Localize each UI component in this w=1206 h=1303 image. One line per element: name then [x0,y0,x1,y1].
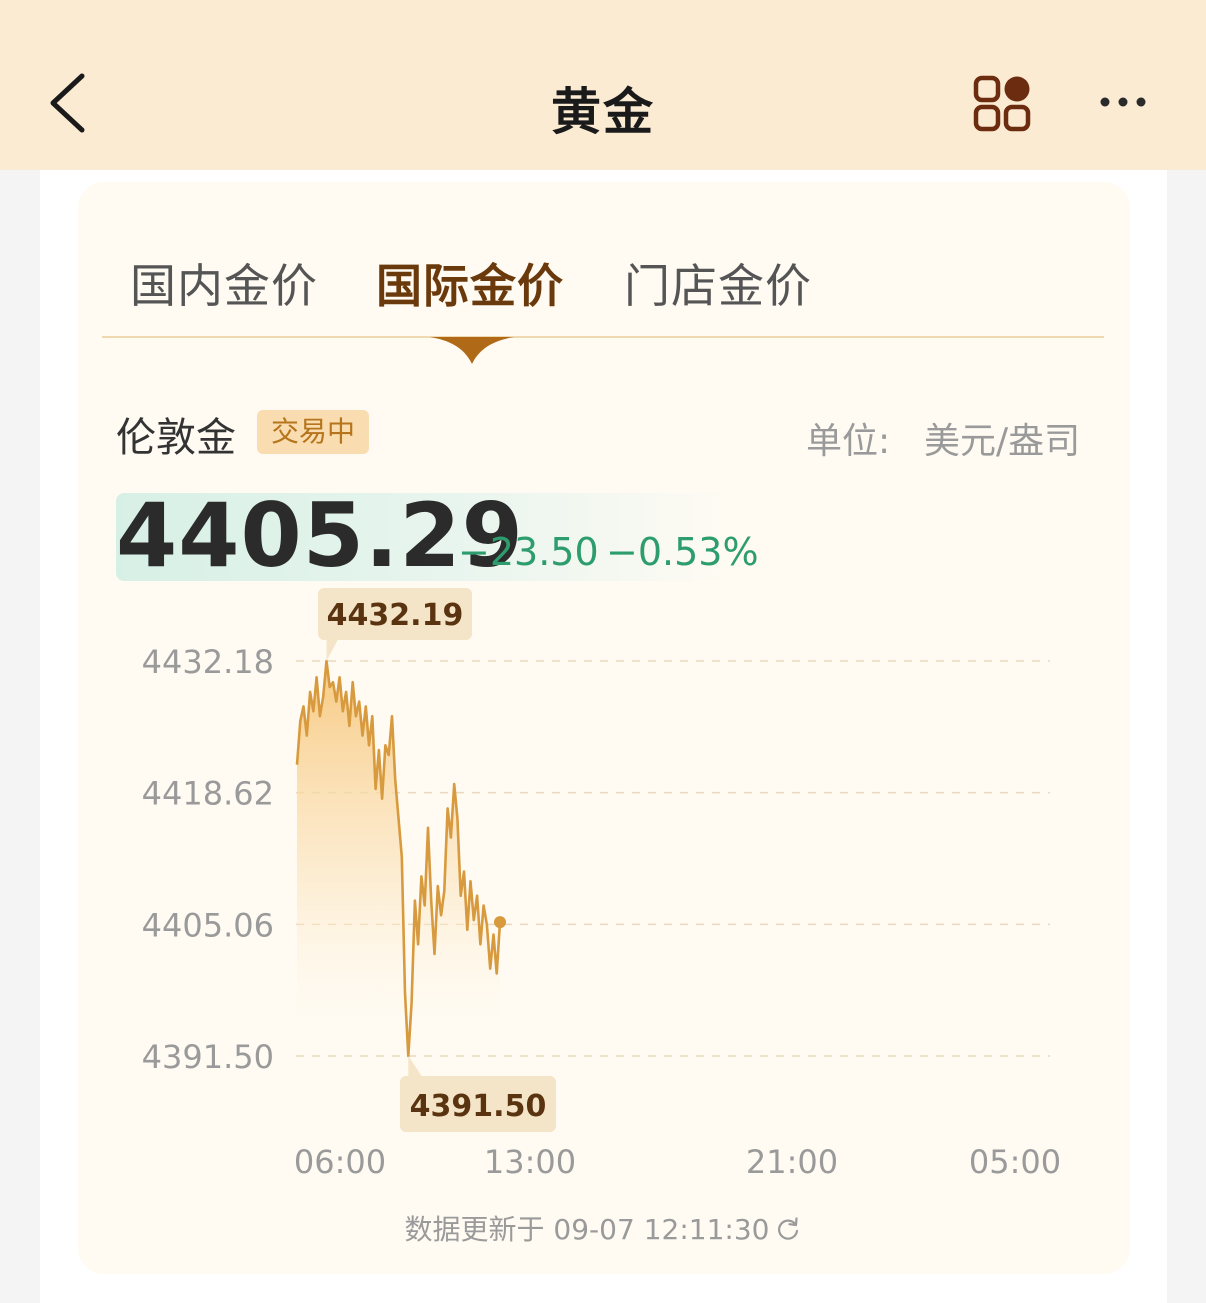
chevron-left-icon [50,73,85,133]
data-update-time: 数据更新于 09-07 12:11:30 [0,1208,1206,1248]
trading-status-badge: 交易中 [257,410,370,454]
apps-grid-icon [973,75,1031,132]
top-nav-bar: 黄金 [0,0,1206,170]
more-button[interactable] [1096,84,1150,120]
active-tab-indicator [430,337,514,364]
refresh-icon[interactable] [775,1216,801,1242]
back-button[interactable] [40,68,100,138]
tab-divider [102,336,1104,338]
data-update-label: 数据更新于 09-07 12:11:30 [404,1213,770,1246]
unit-label: 单位: [806,421,891,462]
price-change: −23.50 [458,530,599,574]
unit-value: 美元/盎司 [924,421,1081,462]
tab-store-gold-price[interactable]: 门店金价 [624,250,812,316]
market-name: 伦敦金 [116,415,236,461]
tab-domestic-gold-price[interactable]: 国内金价 [130,250,318,316]
tab-international-gold-price[interactable]: 国际金价 [376,250,564,316]
price-change-percent: −0.53% [606,530,759,574]
apps-button[interactable] [970,74,1034,134]
gold-price-card [78,182,1130,1274]
more-dots-icon [1100,97,1146,107]
